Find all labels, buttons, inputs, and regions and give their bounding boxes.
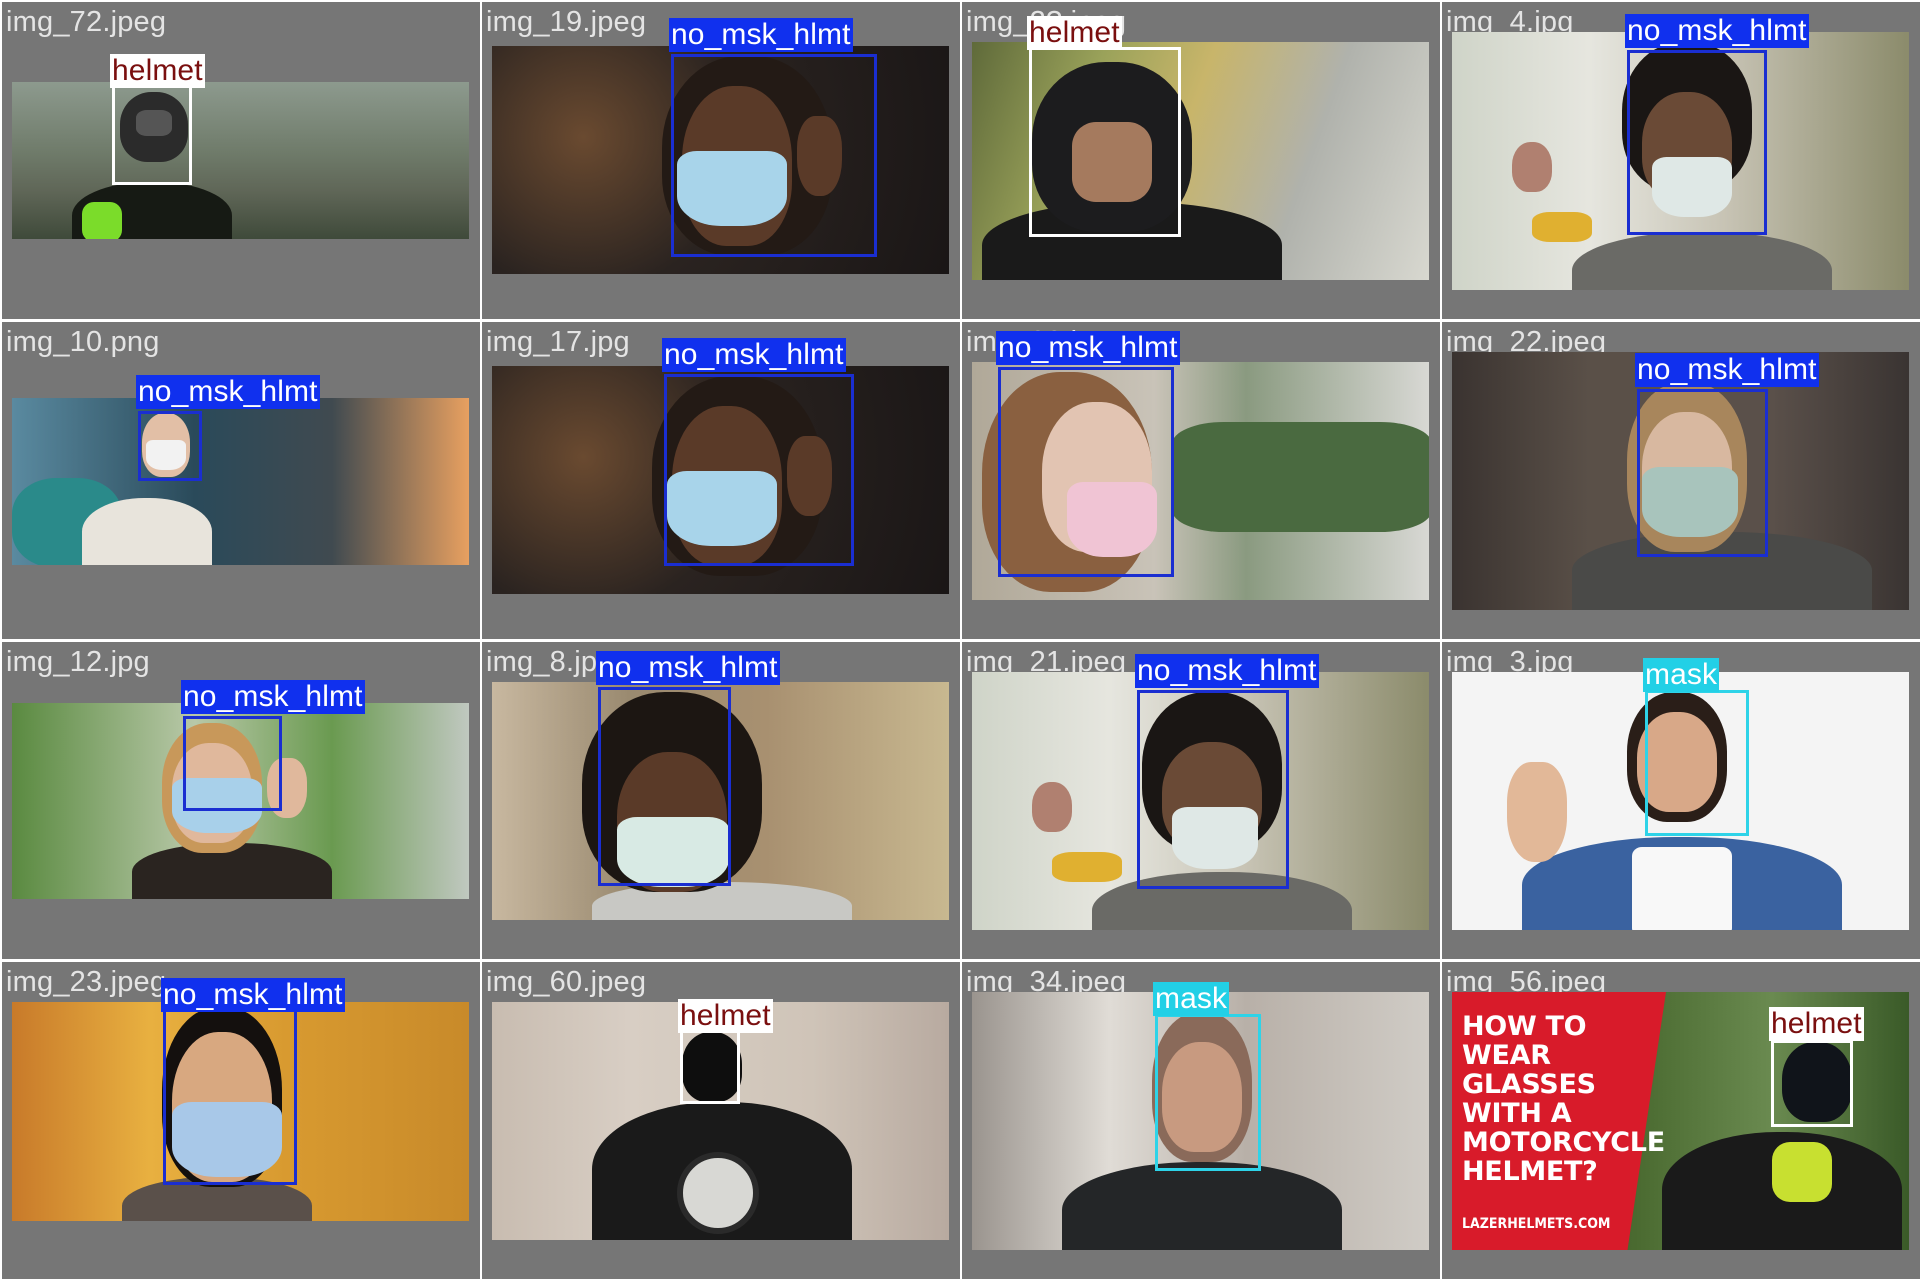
image-filename: img_12.jpg — [6, 646, 150, 678]
image-tile: img_60.jpeg helmet — [482, 962, 960, 1279]
photo-thumbnail — [12, 82, 469, 239]
image-tile: img_56.jpeg HOW TO WEAR GLASSES WITH A M… — [1442, 962, 1920, 1279]
image-filename: img_17.jpg — [486, 326, 630, 358]
image-filename: img_23.jpeg — [6, 966, 167, 998]
image-tile: img_10.png no_msk_hlmt — [2, 322, 480, 639]
no-mask-helmet-bounding-box — [1637, 389, 1768, 557]
image-filename: img_10.png — [6, 326, 160, 358]
helmet-bounding-box — [112, 82, 192, 185]
image-tile: img_17.jpg no_msk_hlmt — [482, 322, 960, 639]
image-filename: img_60.jpeg — [486, 966, 647, 998]
no-mask-helmet-label-tag: no_msk_hlmt — [662, 338, 846, 372]
no-mask-helmet-label-tag: no_msk_hlmt — [596, 651, 780, 685]
no-mask-helmet-bounding-box — [183, 716, 282, 811]
helmet-bounding-box — [1029, 47, 1181, 237]
no-mask-helmet-label-tag: no_msk_hlmt — [996, 331, 1180, 365]
no-mask-helmet-label-tag: no_msk_hlmt — [1635, 353, 1819, 387]
no-mask-helmet-label-tag: no_msk_hlmt — [1135, 654, 1319, 688]
no-mask-helmet-bounding-box — [1137, 690, 1289, 889]
image-tile: img_12.jpg no_msk_hlmt — [2, 642, 480, 959]
image-tile: img_34.jpeg mask — [962, 962, 1440, 1279]
image-tile: img_3.jpg mask — [1442, 642, 1920, 959]
mask-label-tag: mask — [1153, 982, 1230, 1016]
image-filename: img_19.jpeg — [486, 6, 647, 38]
no-mask-helmet-bounding-box — [598, 687, 731, 886]
mask-bounding-box — [1155, 1014, 1261, 1171]
no-mask-helmet-bounding-box — [671, 54, 877, 257]
image-tile: img_2?.jpeg helmet — [962, 2, 1440, 319]
photo-thumbnail — [12, 398, 469, 565]
no-mask-helmet-bounding-box — [138, 411, 202, 481]
helmet-bounding-box — [680, 1029, 740, 1104]
promo-site: LAZERHELMETS.COM — [1462, 1216, 1611, 1232]
no-mask-helmet-label-tag: no_msk_hlmt — [181, 680, 365, 714]
image-tile: img_19.jpeg no_msk_hlmt — [482, 2, 960, 319]
no-mask-helmet-label-tag: no_msk_hlmt — [1625, 14, 1809, 48]
image-tile: img_22.jpeg no_msk_hlmt — [1442, 322, 1920, 639]
helmet-bounding-box — [1771, 1040, 1853, 1127]
image-tile: img_??.jpg no_msk_hlmt — [962, 322, 1440, 639]
image-tile: img_21.jpeg no_msk_hlmt — [962, 642, 1440, 959]
promo-title: HOW TO WEAR GLASSES WITH A MOTORCYCLE HE… — [1462, 1011, 1665, 1187]
image-filename: img_72.jpeg — [6, 6, 167, 38]
image-tile: img_4.jpg no_msk_hlmt — [1442, 2, 1920, 319]
mask-label-tag: mask — [1643, 658, 1720, 692]
helmet-label-tag: helmet — [1769, 1007, 1864, 1041]
no-mask-helmet-bounding-box — [998, 367, 1174, 577]
no-mask-helmet-label-tag: no_msk_hlmt — [669, 18, 853, 52]
detection-mosaic: img_72.jpeg helmet img_19.jpeg no_msk_hl… — [0, 0, 1920, 1280]
no-mask-helmet-bounding-box — [1627, 50, 1767, 235]
image-filename: img_8.jpg — [486, 646, 614, 678]
helmet-label-tag: helmet — [678, 999, 773, 1033]
helmet-label-tag: helmet — [110, 54, 205, 88]
no-mask-helmet-bounding-box — [664, 374, 854, 566]
no-mask-helmet-label-tag: no_msk_hlmt — [136, 375, 320, 409]
helmet-label-tag: helmet — [1027, 16, 1122, 50]
image-tile: img_8.jpg no_msk_hlmt — [482, 642, 960, 959]
mask-bounding-box — [1645, 690, 1749, 836]
image-tile: img_72.jpeg helmet — [2, 2, 480, 319]
image-tile: img_23.jpeg no_msk_hlmt — [2, 962, 480, 1279]
no-mask-helmet-label-tag: no_msk_hlmt — [161, 978, 345, 1012]
no-mask-helmet-bounding-box — [163, 1009, 297, 1185]
